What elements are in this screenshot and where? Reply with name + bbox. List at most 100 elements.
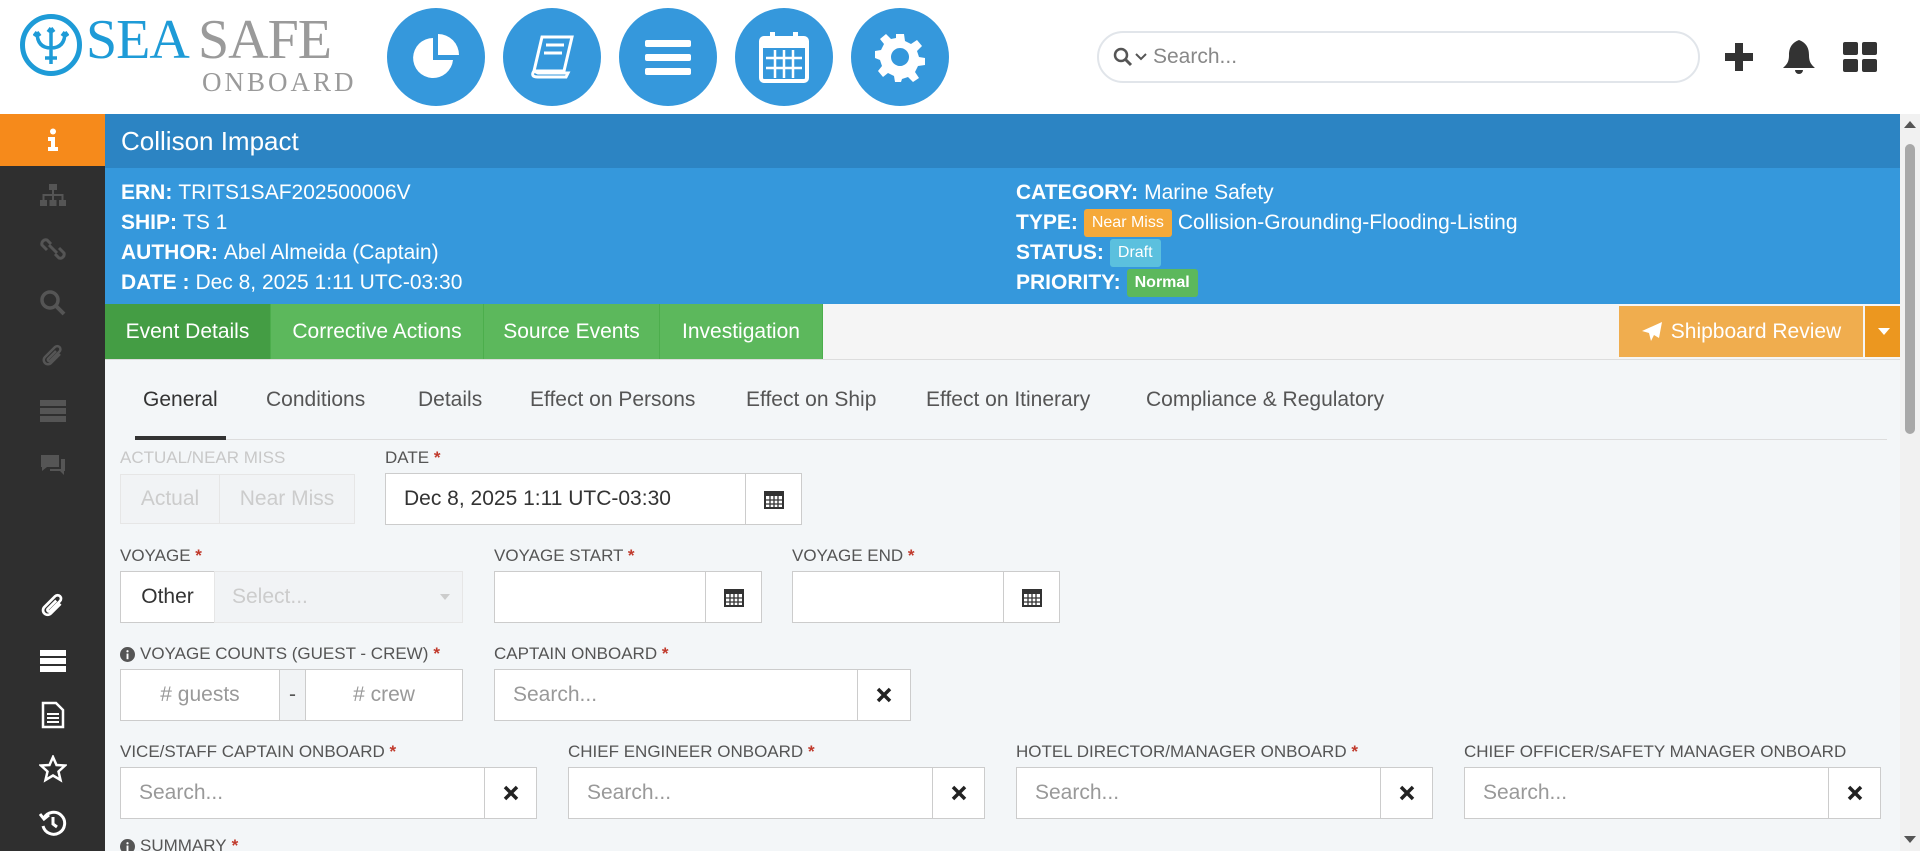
left-sidebar: [0, 114, 105, 851]
logo-text-sea: SEA: [86, 9, 190, 71]
captain-onboard-input[interactable]: [495, 683, 795, 707]
summary-label: SUMMARY *: [120, 836, 238, 851]
voyage-end-input[interactable]: [792, 571, 1005, 623]
sidebar-item-records[interactable]: [0, 384, 105, 438]
subtab-compliance-regulatory[interactable]: Compliance & Regulatory: [1146, 360, 1384, 440]
voyage-end-picker-button[interactable]: [1003, 571, 1060, 623]
sidebar-item-history[interactable]: [0, 796, 105, 850]
ern-value: TRITS1SAF202500006V: [178, 181, 411, 204]
counts-separator: -: [279, 669, 306, 721]
sidebar-item-attachments-bottom[interactable]: [0, 580, 105, 634]
guests-count-input[interactable]: [121, 683, 279, 707]
crew-count-input[interactable]: [306, 683, 462, 707]
caret-down-icon: [440, 594, 450, 600]
logbook-nav-button[interactable]: [503, 8, 601, 106]
crew-count-field[interactable]: [305, 669, 463, 721]
chief-officer-field[interactable]: [1464, 767, 1829, 819]
type-label: TYPE:: [1016, 211, 1078, 234]
sidebar-item-comments[interactable]: [0, 438, 105, 492]
date-picker-button[interactable]: [745, 473, 802, 525]
voyage-select[interactable]: Select...: [214, 571, 463, 623]
notifications-button[interactable]: [1779, 37, 1819, 77]
page-scrollbar[interactable]: [1900, 114, 1920, 851]
info-circle-icon: [120, 838, 135, 851]
tab-event-details[interactable]: Event Details: [105, 304, 271, 359]
voyage-select-value: Select...: [232, 585, 308, 608]
sidebar-item-attachments[interactable]: [0, 330, 105, 384]
scroll-down-arrow-icon: [1904, 836, 1916, 843]
vice-captain-field[interactable]: [120, 767, 485, 819]
near-miss-toggle[interactable]: Near Miss: [219, 474, 355, 524]
paperclip-icon: [41, 593, 62, 617]
hotel-director-input[interactable]: [1017, 781, 1317, 805]
grid-icon: [1843, 42, 1877, 72]
add-button[interactable]: [1719, 37, 1759, 77]
hotel-director-clear-button[interactable]: [1380, 767, 1433, 819]
sidebar-item-links[interactable]: [0, 222, 105, 276]
sidebar-item-hierarchy[interactable]: [0, 168, 105, 222]
chief-engineer-input[interactable]: [569, 781, 869, 805]
near-miss-badge: Near Miss: [1083, 209, 1172, 237]
hotel-director-label: HOTEL DIRECTOR/MANAGER ONBOARD *: [1016, 742, 1358, 761]
scrollbar-thumb[interactable]: [1905, 144, 1915, 434]
voyage-end-label: VOYAGE END *: [792, 546, 915, 565]
seasafe-logo[interactable]: SEA SAFE ONBOARD: [20, 9, 354, 96]
date-field[interactable]: [385, 473, 747, 525]
subtab-conditions[interactable]: Conditions: [266, 360, 365, 440]
guests-count-field[interactable]: [120, 669, 280, 721]
vice-captain-clear-button[interactable]: [484, 767, 537, 819]
gear-icon: [875, 34, 925, 82]
close-icon: [876, 687, 892, 703]
paper-plane-icon: [1641, 321, 1662, 341]
vice-captain-input[interactable]: [121, 781, 421, 805]
info-icon: [47, 128, 58, 151]
sidebar-item-search[interactable]: [0, 276, 105, 330]
chief-officer-input[interactable]: [1465, 781, 1765, 805]
subtab-effect-on-ship[interactable]: Effect on Ship: [746, 360, 876, 440]
chief-officer-clear-button[interactable]: [1828, 767, 1881, 819]
main-content: Collison Impact ERN: TRITS1SAF202500006V …: [105, 114, 1902, 851]
date-input[interactable]: [386, 487, 686, 511]
chief-engineer-field[interactable]: [568, 767, 933, 819]
logo-text-onboard: ONBOARD: [202, 67, 357, 97]
subtab-effect-on-persons[interactable]: Effect on Persons: [530, 360, 695, 440]
calendar-nav-button[interactable]: [735, 8, 833, 106]
menu-nav-button[interactable]: [619, 8, 717, 106]
calendar-icon: [763, 491, 784, 509]
global-search[interactable]: [1097, 31, 1700, 83]
sidebar-item-document[interactable]: [0, 688, 105, 742]
search-icon[interactable]: [1113, 47, 1147, 67]
captain-onboard-field[interactable]: [494, 669, 858, 721]
category-label: CATEGORY:: [1016, 181, 1139, 204]
history-icon: [38, 810, 66, 836]
event-info-right: CATEGORY: Marine Safety TYPE: Near Miss Col…: [1016, 178, 1518, 298]
voyage-other-button[interactable]: Other: [120, 571, 215, 623]
hotel-director-field[interactable]: [1016, 767, 1381, 819]
dashboard-nav-button[interactable]: [387, 8, 485, 106]
sidebar-item-records-bottom[interactable]: [0, 634, 105, 688]
link-icon: [39, 238, 66, 260]
global-search-input[interactable]: [1153, 45, 1653, 69]
chief-officer-label: CHIEF OFFICER/SAFETY MANAGER ONBOARD: [1464, 742, 1847, 761]
sidebar-item-info[interactable]: [0, 114, 105, 166]
section-subtabs: General Conditions Details Effect on Per…: [135, 360, 1887, 440]
subtab-details[interactable]: Details: [418, 360, 482, 440]
shipboard-review-button[interactable]: Shipboard Review: [1619, 306, 1863, 357]
subtab-effect-on-itinerary[interactable]: Effect on Itinerary: [926, 360, 1090, 440]
sidebar-item-favorites[interactable]: [0, 742, 105, 796]
apps-button[interactable]: [1840, 37, 1880, 77]
voyage-start-input[interactable]: [494, 571, 707, 623]
captain-clear-button[interactable]: [857, 669, 911, 721]
review-dropdown-toggle[interactable]: [1865, 306, 1902, 357]
plus-icon: [1725, 43, 1753, 71]
voyage-start-picker-button[interactable]: [705, 571, 762, 623]
subtab-general[interactable]: General: [135, 360, 226, 440]
sitemap-icon: [39, 184, 66, 206]
chief-engineer-clear-button[interactable]: [932, 767, 985, 819]
settings-nav-button[interactable]: [851, 8, 949, 106]
actual-toggle[interactable]: Actual: [120, 474, 220, 524]
ern-label: ERN:: [121, 181, 173, 204]
tab-corrective-actions[interactable]: Corrective Actions: [271, 304, 484, 359]
tab-source-events[interactable]: Source Events: [484, 304, 660, 359]
tab-investigation[interactable]: Investigation: [660, 304, 823, 359]
